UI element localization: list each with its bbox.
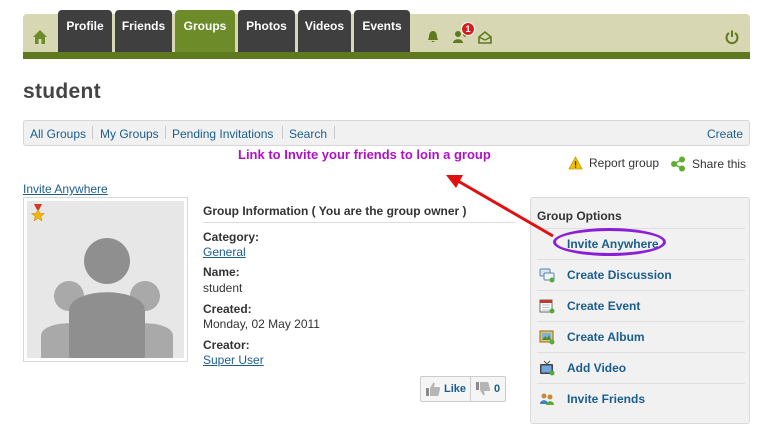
highlight-ellipse (553, 228, 666, 256)
name-label: Name: (203, 265, 240, 279)
discussion-icon (539, 268, 555, 283)
top-navbar-underline (23, 52, 750, 59)
option-label: Create Album (567, 330, 645, 344)
tab-groups[interactable]: Groups (175, 10, 235, 52)
tab-groups-label: Groups (183, 19, 227, 33)
name-value: student (203, 281, 243, 295)
option-create-discussion[interactable]: Create Discussion (537, 259, 745, 290)
tab-photos-label: Photos (246, 19, 287, 33)
option-label: Invite Friends (567, 392, 646, 406)
subnav-separator (334, 126, 335, 139)
inbox-icon[interactable] (477, 29, 493, 45)
bell-icon[interactable] (425, 29, 441, 45)
created-value: Monday, 02 May 2011 (203, 317, 320, 331)
group-silhouette-icon (41, 238, 173, 358)
option-label: Create Discussion (567, 268, 672, 282)
power-icon[interactable] (724, 29, 740, 45)
tv-icon (540, 360, 555, 376)
invite-anywhere-link[interactable]: Invite Anywhere (23, 182, 108, 196)
option-add-video[interactable]: Add Video (537, 352, 745, 383)
tab-photos[interactable]: Photos (238, 10, 295, 52)
group-avatar (23, 197, 188, 362)
option-invite-friends[interactable]: Invite Friends (537, 383, 745, 414)
share-icon (671, 156, 685, 172)
annotation-text: Link to Invite your friends to loin a gr… (238, 147, 491, 162)
category-link[interactable]: General (203, 245, 246, 259)
dislike-button[interactable]: 0 (471, 377, 504, 401)
share-label: Share this (692, 157, 747, 171)
subnav-separator (165, 126, 166, 139)
divider (203, 222, 515, 223)
group-options-title: Group Options (537, 209, 622, 223)
page-title: student (23, 80, 101, 103)
option-label: Add Video (567, 361, 627, 375)
like-box: Like 0 (420, 376, 506, 402)
tab-friends-label: Friends (121, 19, 166, 33)
home-icon[interactable] (31, 28, 49, 46)
subnav-separator (92, 126, 93, 139)
group-subnav: All Groups My Groups Pending Invitations… (23, 120, 750, 146)
owner-star-icon (30, 204, 46, 222)
thumbs-up-icon (426, 382, 441, 396)
tab-friends[interactable]: Friends (115, 10, 172, 52)
subnav-pending-invitations[interactable]: Pending Invitations (172, 127, 273, 141)
calendar-icon (539, 299, 555, 314)
subnav-my-groups[interactable]: My Groups (100, 127, 159, 141)
subnav-search[interactable]: Search (289, 127, 327, 141)
report-group-label: Report group (589, 156, 660, 170)
thumbs-down-icon (476, 382, 491, 396)
creator-label: Creator: (203, 338, 250, 352)
tab-events[interactable]: Events (354, 10, 410, 52)
creator-link[interactable]: Super User (203, 353, 264, 367)
tab-videos[interactable]: Videos (298, 10, 351, 52)
group-info-heading: Group Information ( You are the group ow… (203, 204, 467, 218)
dislike-count: 0 (494, 383, 501, 395)
report-group-link[interactable]: Report group (568, 156, 659, 170)
notification-badge: 1 (461, 22, 475, 36)
subnav-create[interactable]: Create (707, 127, 743, 141)
users-icon (540, 393, 554, 405)
option-label: Create Event (567, 299, 641, 313)
created-label: Created: (203, 302, 252, 316)
subnav-separator (282, 126, 283, 139)
tab-events-label: Events (362, 19, 402, 33)
tab-videos-label: Videos (304, 19, 345, 33)
option-create-event[interactable]: Create Event (537, 290, 745, 321)
like-label: Like (444, 383, 467, 395)
option-create-album[interactable]: Create Album (537, 321, 745, 352)
tab-profile-label: Profile (66, 19, 104, 33)
tab-profile[interactable]: Profile (58, 10, 112, 52)
warning-icon (568, 156, 583, 170)
like-button[interactable]: Like (421, 377, 472, 401)
share-link[interactable]: Share this (670, 156, 746, 172)
category-label: Category: (203, 230, 260, 244)
album-icon (539, 330, 555, 345)
subnav-all-groups[interactable]: All Groups (30, 127, 86, 141)
